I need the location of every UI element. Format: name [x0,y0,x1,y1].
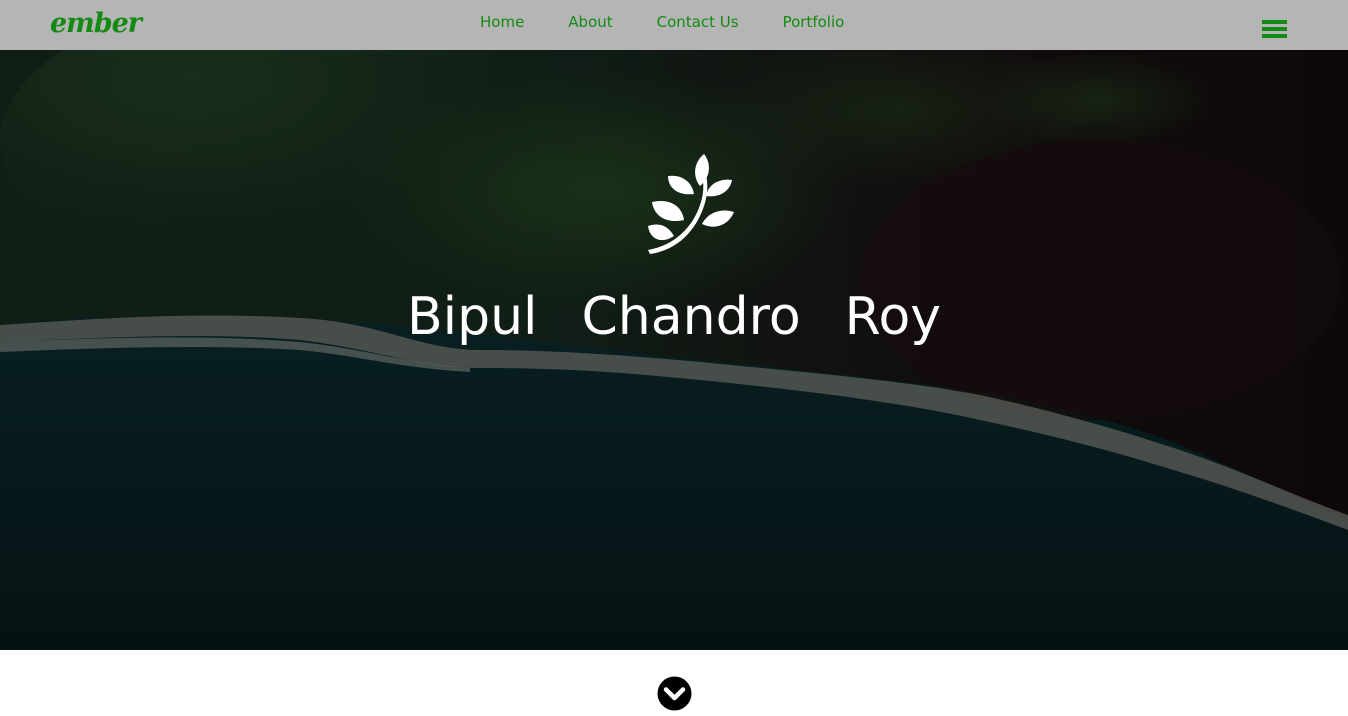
name-last: Roy [844,287,942,347]
navbar: ember Home About Contact Us Portfolio [0,0,1348,50]
hamburger-menu-icon[interactable] [1262,20,1287,38]
name-first: Bipul [406,287,538,347]
hamburger-bar [1262,20,1287,24]
nav-link-about[interactable]: About [568,12,612,32]
chevron-down-circle-icon[interactable] [657,676,692,711]
hero-name: Bipul Chandro Roy [0,282,1348,352]
brand-logo[interactable]: ember [50,6,142,42]
nav-links: Home About Contact Us Portfolio [458,0,866,50]
nav-link-contact-us[interactable]: Contact Us [657,12,739,32]
hamburger-bar [1262,27,1287,31]
name-middle: Chandro [581,287,801,347]
hamburger-bar [1262,34,1287,38]
nav-link-home[interactable]: Home [480,12,524,32]
leaf-sprig-icon [648,154,734,254]
hero-section: Bipul Chandro Roy [0,50,1348,650]
nav-link-portfolio[interactable]: Portfolio [783,12,845,32]
